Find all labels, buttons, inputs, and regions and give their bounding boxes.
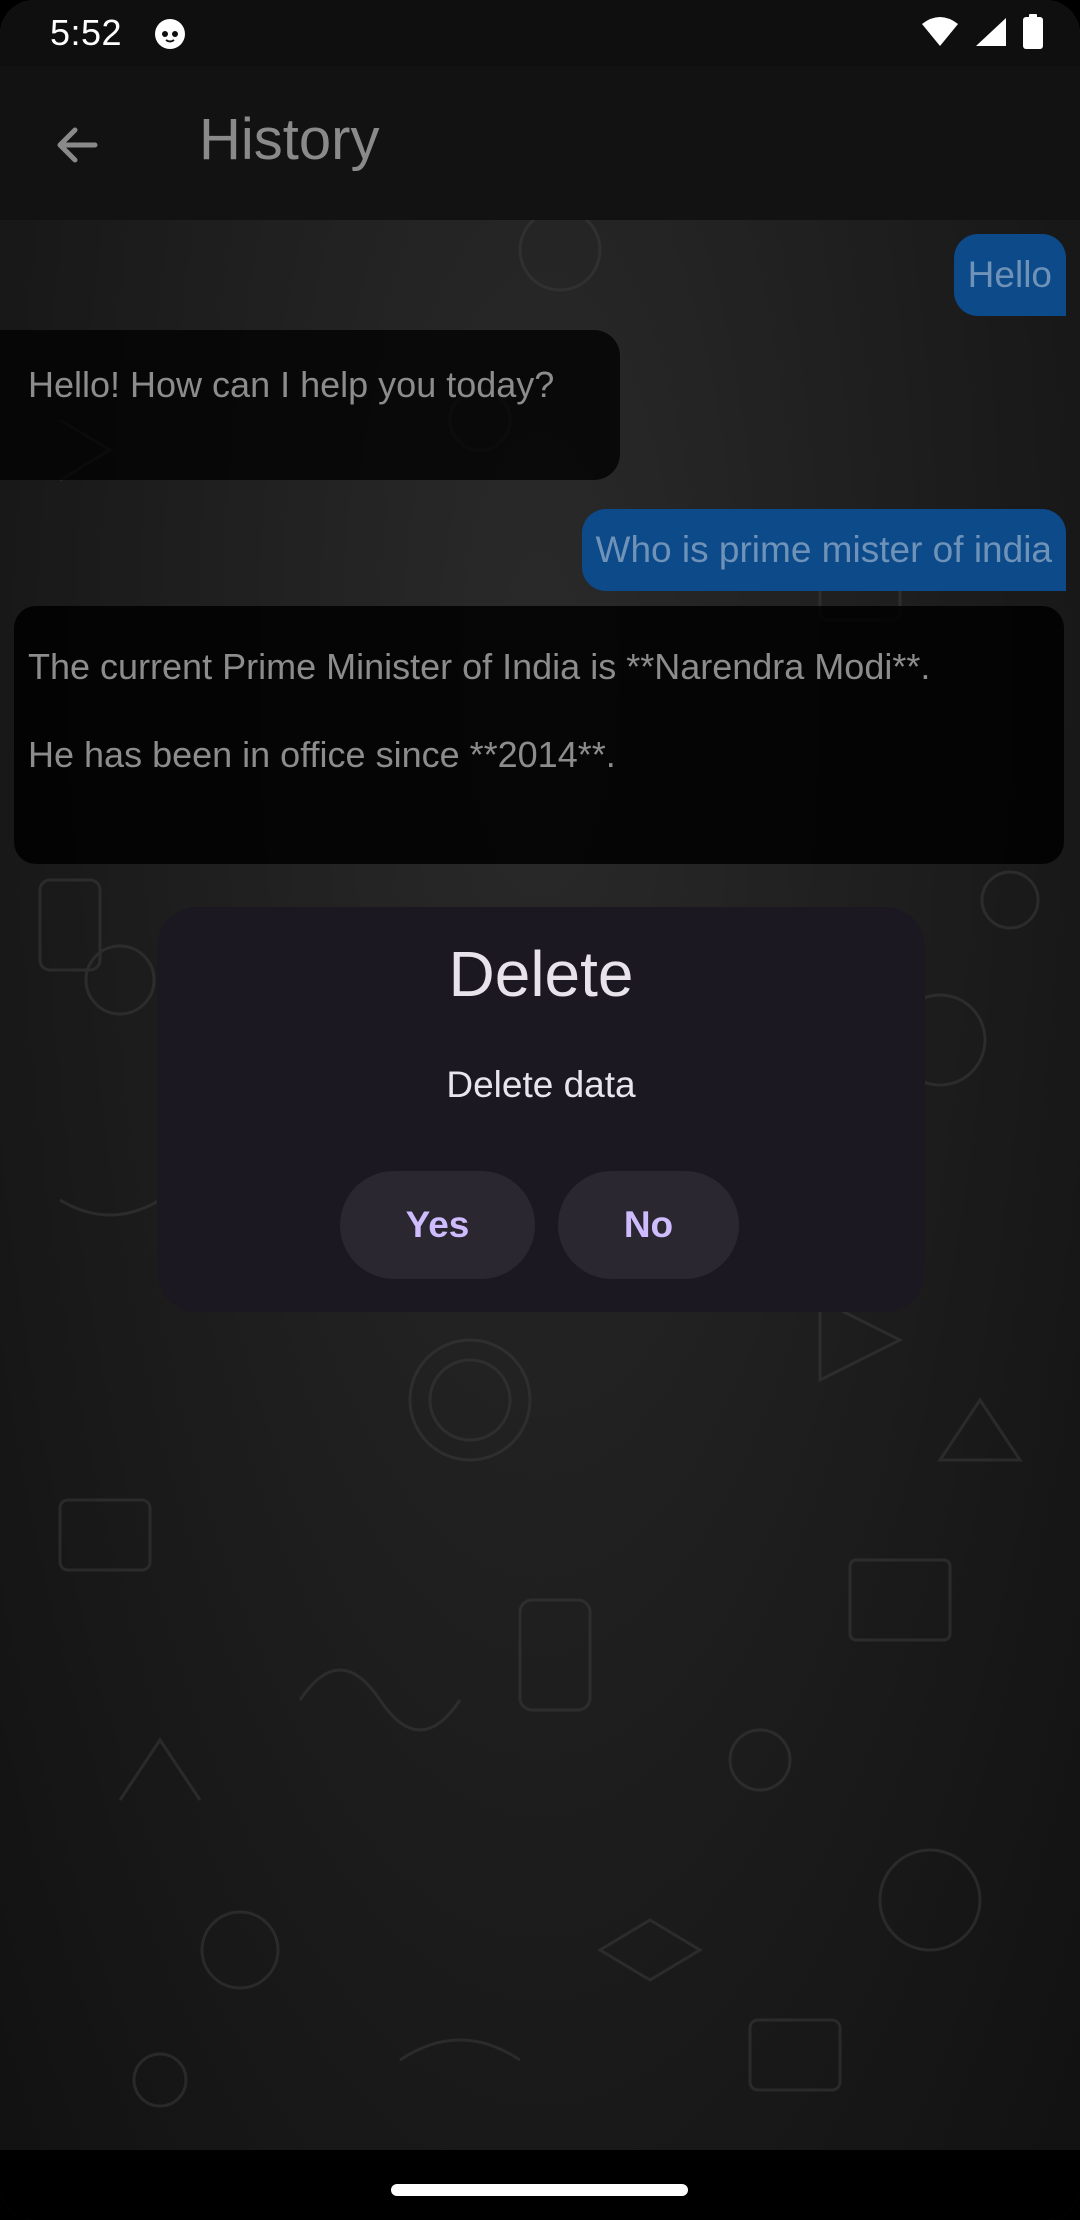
no-button[interactable]: No bbox=[558, 1171, 739, 1279]
yes-button[interactable]: Yes bbox=[340, 1171, 535, 1279]
dialog-message: Delete data bbox=[446, 1064, 636, 1105]
navigation-bar bbox=[0, 2150, 1080, 2220]
dialog-title: Delete bbox=[448, 938, 634, 1010]
delete-dialog: Delete Delete data Yes No bbox=[157, 907, 925, 1312]
phone-screen: 5:52 History Hello Hello! How can I help… bbox=[0, 0, 1080, 2220]
home-indicator[interactable] bbox=[391, 2184, 688, 2196]
